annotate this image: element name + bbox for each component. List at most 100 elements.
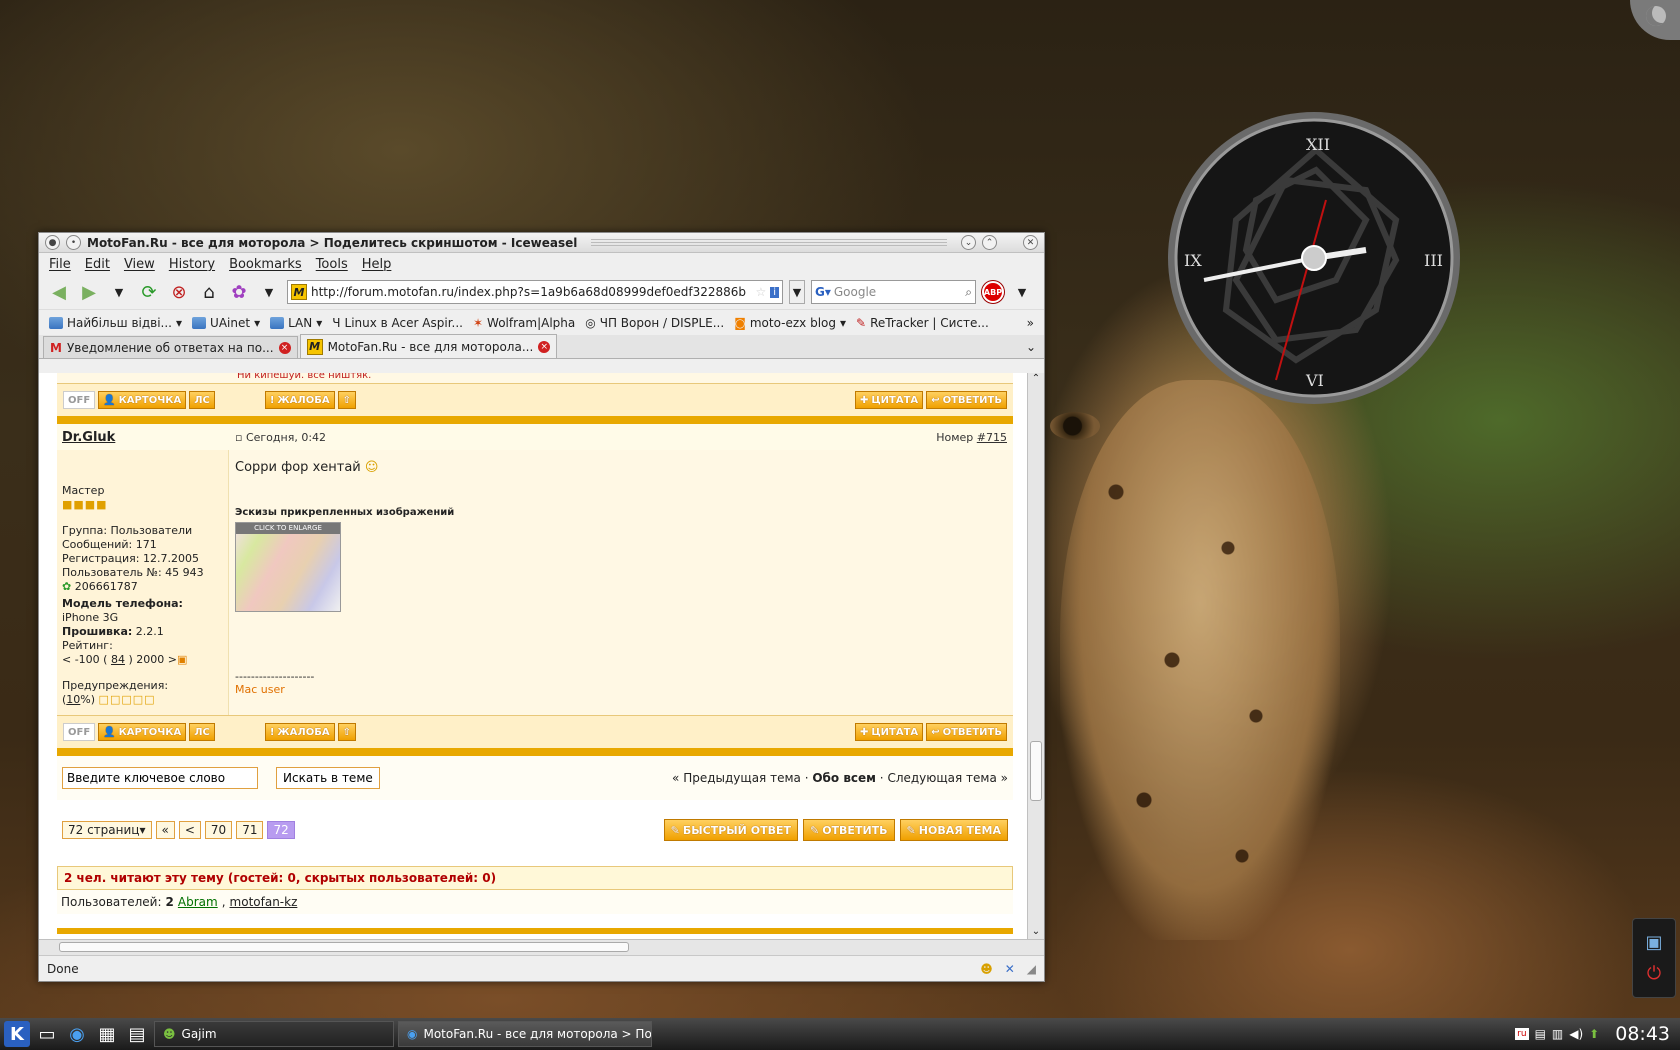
task-motofan[interactable]: ◉ MotoFan.Ru - все для моторола > По	[398, 1021, 652, 1047]
reload-icon[interactable]: ⟳	[137, 280, 161, 304]
profile-card-button[interactable]: 👤 КАРТОЧКА	[98, 391, 187, 409]
kde-menu-icon[interactable]: K	[4, 1021, 30, 1047]
menu-edit[interactable]: Edit	[85, 257, 110, 272]
attachment-thumbnail[interactable]: CLICK TO ENLARGE	[235, 522, 341, 612]
desktop-corner-button[interactable]	[1630, 0, 1680, 40]
profile-card-button[interactable]: 👤 КАРТОЧКА	[98, 723, 187, 741]
stop-icon[interactable]: ⊗	[167, 280, 191, 304]
new-topic-button[interactable]: ✎ НОВАЯ ТЕМА	[899, 819, 1008, 841]
close-icon[interactable]: ✕	[1023, 235, 1038, 250]
pages-dropdown[interactable]: 72 страниц ▾	[62, 821, 152, 839]
history-dropdown-icon[interactable]: ▼	[107, 280, 131, 304]
addon-status-icon[interactable]: ✕	[1005, 962, 1015, 976]
report-button[interactable]: ! ЖАЛОБА	[264, 723, 335, 741]
scroll-top-button[interactable]: ⇧	[337, 391, 356, 409]
volume-icon[interactable]: ◀)	[1569, 1027, 1583, 1041]
resize-grip-icon[interactable]: ◢	[1027, 962, 1036, 976]
adblock-plus-icon[interactable]: ABP	[982, 281, 1004, 303]
shutdown-icon[interactable]: ⏻	[1647, 963, 1661, 984]
taskbar-clock[interactable]: 08:43	[1615, 1023, 1670, 1045]
scroll-down-icon[interactable]: ⌄	[1028, 926, 1044, 937]
keyword-input[interactable]	[62, 767, 258, 789]
reply-topic-button[interactable]: ✎ ОТВЕТИТЬ	[802, 819, 895, 841]
title-bar[interactable]: ● • MotoFan.Ru - все для моторола > Поде…	[39, 233, 1044, 253]
post-author[interactable]: Dr.Gluk	[57, 430, 229, 445]
browser-launcher-icon[interactable]: ◉	[64, 1021, 90, 1047]
url-bar[interactable]: M http://forum.motofan.ru/index.php?s=1a…	[287, 280, 783, 304]
bookmark-item[interactable]: LAN ▾	[270, 316, 322, 330]
bookmark-item[interactable]: Найбільш відві... ▾	[49, 316, 182, 330]
menu-file[interactable]: File	[49, 257, 71, 272]
addon-dropdown-icon[interactable]: ▼	[257, 280, 281, 304]
forum-link[interactable]: Обо всем	[812, 771, 876, 785]
bookmark-item[interactable]: ✶ Wolfram|Alpha	[473, 316, 575, 330]
prev-topic-link[interactable]: « Предыдущая тема	[672, 771, 801, 785]
menu-bookmarks[interactable]: Bookmarks	[229, 257, 302, 272]
first-page-button[interactable]: «	[155, 821, 175, 839]
reply-button[interactable]: ↩ ОТВЕТИТЬ	[926, 723, 1007, 741]
search-box[interactable]: G▾ Google ⌕	[811, 280, 976, 304]
page-70-button[interactable]: 70	[204, 821, 233, 839]
horizontal-scroll-thumb[interactable]	[59, 942, 629, 952]
back-arrow-icon[interactable]: ◀	[47, 280, 71, 304]
addon-icon[interactable]: ✿	[227, 280, 251, 304]
bookmarks-overflow-icon[interactable]: »	[1027, 316, 1034, 330]
maximize-icon[interactable]: ⌃	[982, 235, 997, 250]
vertical-scrollbar[interactable]: ⌃ ⌄	[1027, 373, 1044, 939]
tab-motofan[interactable]: M MotoFan.Ru - все для моторола... ×	[299, 334, 558, 358]
info-icon[interactable]: i	[770, 286, 779, 298]
tab-close-icon[interactable]: ×	[278, 341, 291, 354]
network-icon[interactable]: ⬆	[1589, 1027, 1599, 1041]
menu-help[interactable]: Help	[362, 257, 392, 272]
vertical-scroll-thumb[interactable]	[1030, 741, 1042, 801]
bookmark-item[interactable]: Ч Linux в Acer Aspir...	[332, 316, 463, 330]
quote-button[interactable]: ✚ ЦИТАТА	[855, 723, 924, 741]
pager-icon-2[interactable]: ▤	[124, 1021, 150, 1047]
lock-screen-icon[interactable]: ▣	[1645, 932, 1662, 953]
tab-close-icon[interactable]: ×	[538, 340, 551, 353]
next-topic-link[interactable]: Следующая тема »	[887, 771, 1008, 785]
pm-button[interactable]: ЛС	[189, 723, 215, 741]
rating-plus-icon[interactable]: ▣	[177, 653, 187, 666]
minimize-icon[interactable]: ⌄	[961, 235, 976, 250]
search-icon[interactable]: ⌕	[965, 285, 972, 300]
pm-button[interactable]: ЛС	[189, 391, 215, 409]
search-in-thread-button[interactable]: Искать в теме	[276, 767, 380, 789]
user-link-motofan-kz[interactable]: motofan-kz	[230, 895, 298, 909]
page-71-button[interactable]: 71	[236, 821, 264, 839]
warnings-link[interactable]: 10	[66, 693, 80, 706]
keyboard-layout[interactable]: ru	[1515, 1028, 1529, 1040]
menu-history[interactable]: History	[169, 257, 215, 272]
quote-button[interactable]: ✚ ЦИТАТА	[855, 391, 924, 409]
window-menu-icon[interactable]: ●	[45, 235, 60, 250]
pager-icon[interactable]: ▦	[94, 1021, 120, 1047]
menu-tools[interactable]: Tools	[316, 257, 348, 272]
menu-view[interactable]: View	[124, 257, 155, 272]
url-dropdown-icon[interactable]: ▼	[789, 280, 805, 304]
rating-value-link[interactable]: 84	[111, 653, 125, 666]
prev-page-button[interactable]: <	[178, 821, 201, 839]
sticky-icon[interactable]: •	[66, 235, 81, 250]
clipboard-icon[interactable]: ▤	[1535, 1027, 1546, 1041]
reply-button[interactable]: ↩ ОТВЕТИТЬ	[926, 391, 1007, 409]
home-icon[interactable]: ⌂	[197, 280, 221, 304]
bookmark-star-icon[interactable]: ☆	[755, 285, 766, 299]
tab-list-icon[interactable]: ⌄	[1026, 340, 1036, 354]
horizontal-scrollbar[interactable]	[39, 939, 1044, 955]
notes-icon[interactable]: ▥	[1552, 1027, 1563, 1041]
show-desktop-icon[interactable]: ▭	[34, 1021, 60, 1047]
bookmark-item[interactable]: UAinet ▾	[192, 316, 260, 330]
monkey-icon[interactable]: ☻	[980, 962, 993, 976]
scroll-top-button[interactable]: ⇧	[337, 723, 356, 741]
google-engine-icon[interactable]: G▾	[815, 285, 831, 299]
bookmark-item[interactable]: ◎ ЧП Ворон / DISPLE...	[585, 316, 724, 330]
report-button[interactable]: ! ЖАЛОБА	[264, 391, 335, 409]
bookmark-item[interactable]: ◙ moto-ezx blog ▾	[734, 316, 846, 330]
fast-reply-button[interactable]: ✎ БЫСТРЫЙ ОТВЕТ	[663, 819, 798, 841]
user-link-abram[interactable]: Abram	[178, 895, 218, 909]
bookmark-item[interactable]: ✎ ReTracker | Систе...	[856, 316, 989, 330]
scroll-up-icon[interactable]: ⌃	[1028, 373, 1044, 384]
forward-arrow-icon[interactable]: ▶	[77, 280, 101, 304]
tab-gmail[interactable]: M Уведомление об ответах на по... ×	[43, 336, 298, 358]
task-gajim[interactable]: ☻ Gajim	[154, 1021, 394, 1047]
